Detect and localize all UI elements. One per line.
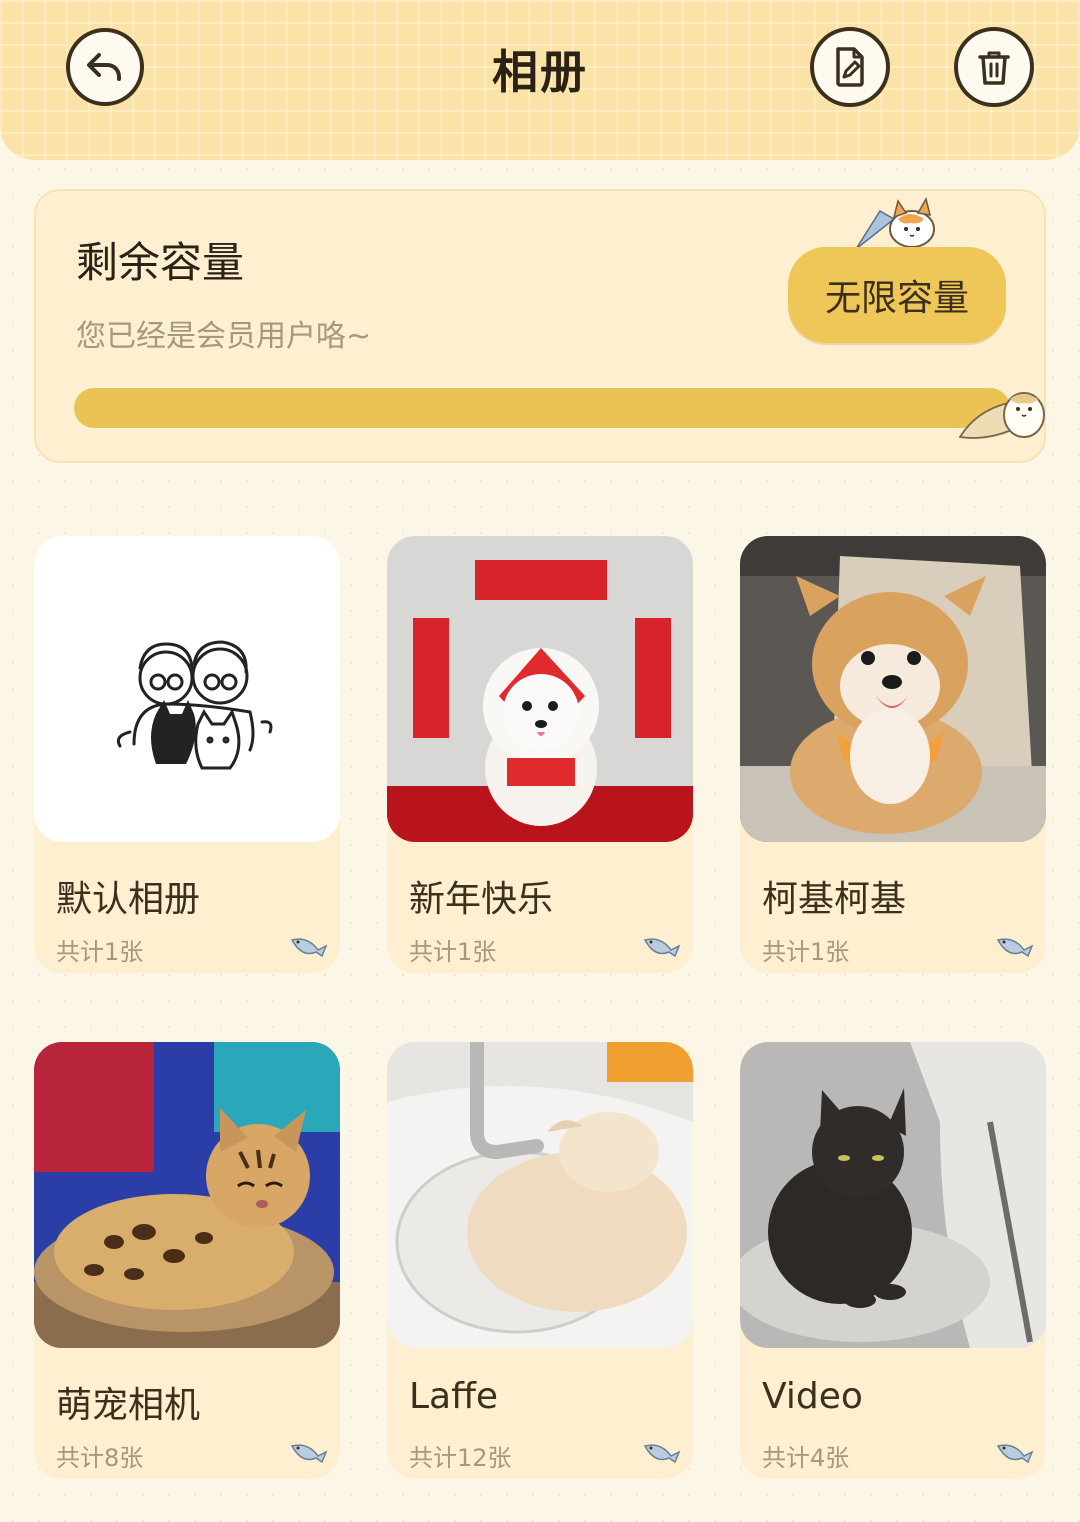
album-name: 柯基柯基 xyxy=(762,879,907,920)
white-puppy-image xyxy=(387,536,693,842)
album-name: Laffe xyxy=(409,1376,499,1417)
album-name: 默认相册 xyxy=(56,879,201,920)
pet-in-sink-image xyxy=(387,1042,693,1348)
album-card-video[interactable]: Video 共计4张 xyxy=(740,1042,1046,1479)
edit-document-icon xyxy=(836,47,864,87)
album-count: 共计8张 xyxy=(56,1444,144,1472)
album-card-default[interactable]: 默认相册 共计1张 xyxy=(34,536,340,973)
album-thumbnail[interactable] xyxy=(740,536,1046,842)
album-count: 共计1张 xyxy=(409,938,497,966)
unlimited-capacity-button[interactable]: 无限容量 xyxy=(788,247,1006,343)
capacity-subtitle: 您已经是会员用户咯~ xyxy=(76,319,372,354)
fish-icon xyxy=(290,938,328,958)
album-name: Video xyxy=(762,1376,863,1417)
album-count: 共计1张 xyxy=(56,938,144,966)
album-card-corgi[interactable]: 柯基柯基 共计1张 xyxy=(740,536,1046,973)
capacity-title: 剩余容量 xyxy=(76,238,245,287)
album-card-pet-camera[interactable]: 萌宠相机 共计8张 xyxy=(34,1042,340,1479)
cat-with-fish-sticker-icon xyxy=(855,197,935,250)
black-cat-image xyxy=(740,1042,1046,1348)
album-name: 萌宠相机 xyxy=(56,1385,201,1426)
page-title: 相册 xyxy=(492,45,588,99)
album-name: 新年快乐 xyxy=(409,879,554,920)
album-thumbnail[interactable] xyxy=(387,1042,693,1348)
fish-icon xyxy=(996,938,1034,958)
edit-button[interactable] xyxy=(810,27,890,107)
album-card-laffe[interactable]: Laffe 共计12张 xyxy=(387,1042,693,1479)
fish-icon xyxy=(643,938,681,958)
fish-icon xyxy=(290,1444,328,1464)
album-thumbnail[interactable] xyxy=(387,536,693,842)
fish-icon xyxy=(996,1444,1034,1464)
album-thumbnail[interactable] xyxy=(740,1042,1046,1348)
hamster-sticker-icon xyxy=(958,392,1045,439)
bengal-cat-image xyxy=(34,1042,340,1348)
delete-button[interactable] xyxy=(954,27,1034,107)
album-card-new-year[interactable]: 新年快乐 共计1张 xyxy=(387,536,693,973)
album-page: 相册 剩余容量 您已经是会员用户咯~ 无限容量 默认相册 共计1张 新年快乐 共… xyxy=(0,0,1080,1522)
album-count: 共计12张 xyxy=(409,1444,512,1472)
couple-sketch-image xyxy=(34,536,340,842)
album-count: 共计4张 xyxy=(762,1444,850,1472)
trash-icon xyxy=(978,51,1010,85)
album-thumbnail[interactable] xyxy=(34,536,340,842)
capacity-progress-fill xyxy=(74,388,1010,428)
capacity-card: 剩余容量 您已经是会员用户咯~ 无限容量 xyxy=(34,189,1046,463)
album-thumbnail[interactable] xyxy=(34,1042,340,1348)
capacity-progress-bar xyxy=(74,388,1010,428)
album-count: 共计1张 xyxy=(762,938,850,966)
corgi-image xyxy=(740,536,1046,842)
header-bar: 相册 xyxy=(0,0,1080,160)
fish-icon xyxy=(643,1444,681,1464)
